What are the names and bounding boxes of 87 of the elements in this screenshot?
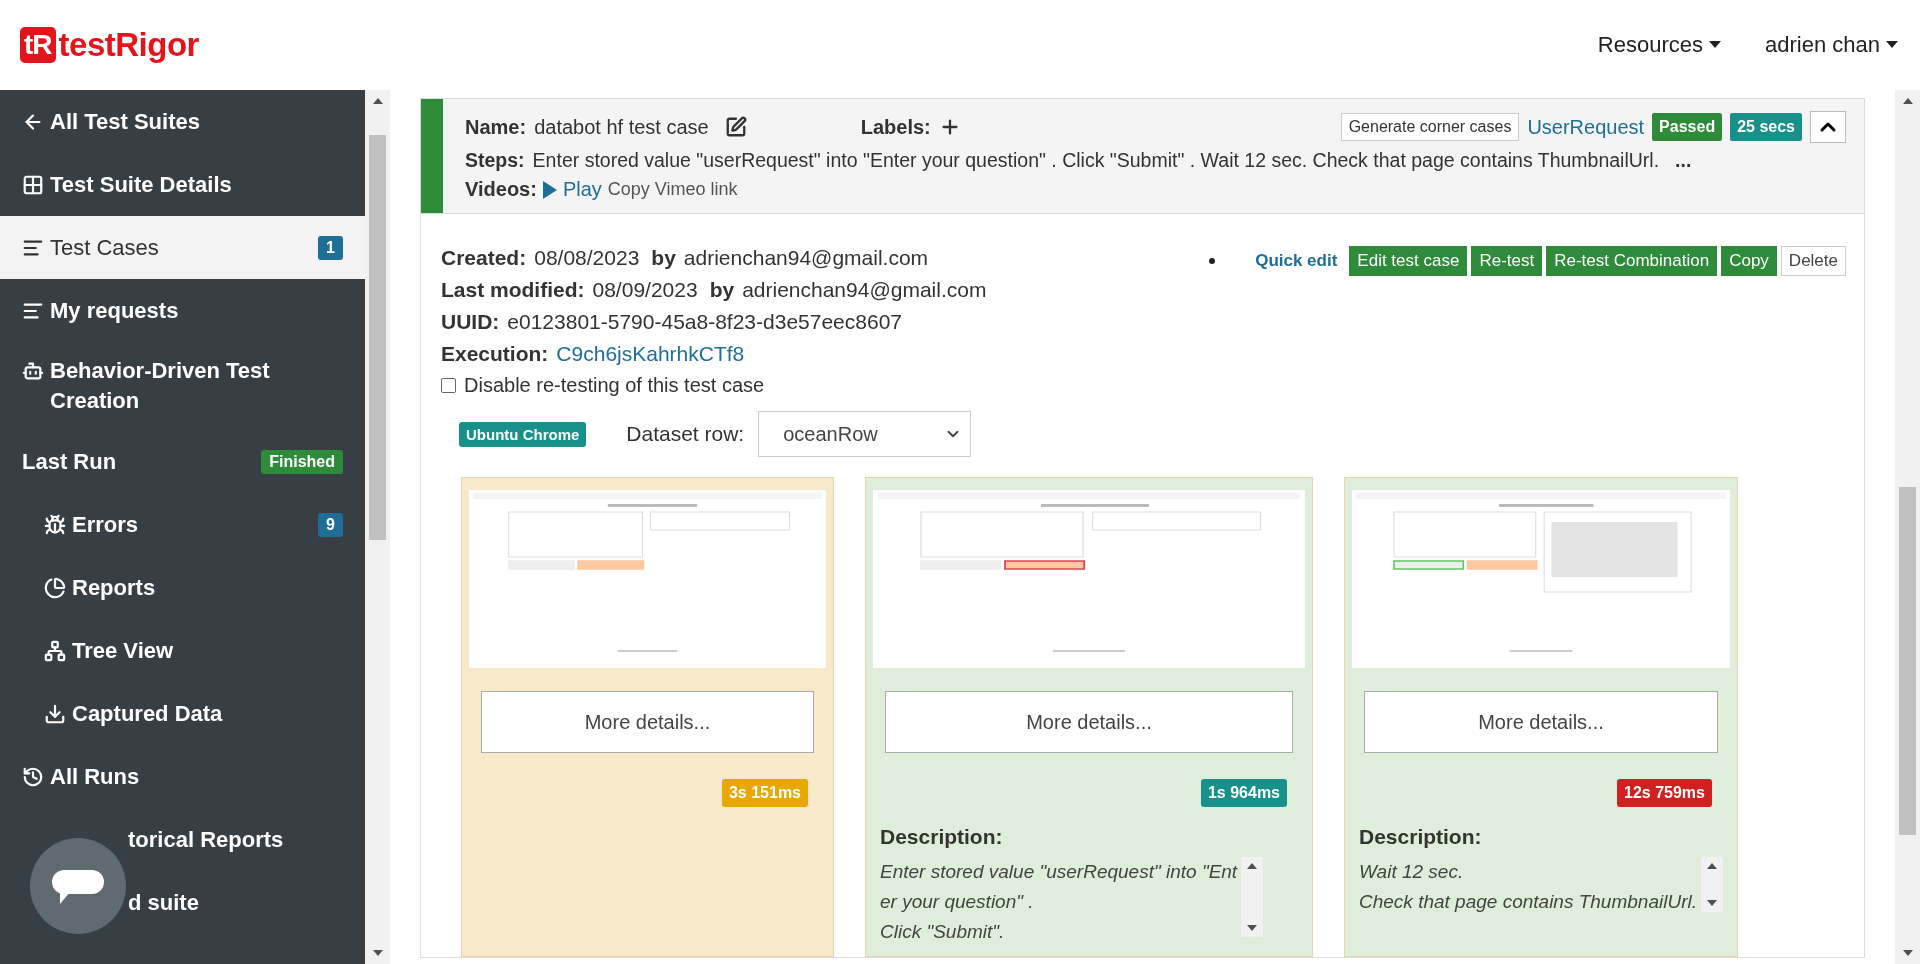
sidebar-item[interactable]: All Test Suites xyxy=(0,90,365,153)
field-label: Execution: xyxy=(441,342,549,366)
field-value: e0123801-5790-45a8-8f23-d3e57eec8607 xyxy=(507,310,902,334)
play-link[interactable]: Play xyxy=(562,178,602,201)
robot-icon xyxy=(22,360,44,382)
description-text: Wait 12 sec. xyxy=(1359,860,1465,884)
menu-dropdown[interactable]: adrien chan xyxy=(1765,32,1898,58)
play-icon[interactable] xyxy=(542,180,557,199)
duration-badge: 3s 151ms xyxy=(721,779,808,807)
field-label: by xyxy=(709,278,735,302)
quick-edit-link[interactable]: Quick edit xyxy=(1247,246,1346,276)
status-badge: Passed xyxy=(1652,113,1723,141)
field-value: 08/09/2023 xyxy=(592,278,698,302)
action-button[interactable]: Delete xyxy=(1780,246,1846,276)
steps-text: Enter stored value "userRequest" into "Enter your question" . Click "Submit" . Wait 12 sec. Check that page contains ThumbnailUrl. xyxy=(532,149,1660,172)
description-text: Enter stored value "userRequest" into "Ent xyxy=(880,860,1238,884)
field-value: adrienchan94@gmail.com xyxy=(683,246,929,270)
checkbox[interactable] xyxy=(441,378,456,393)
tree-icon xyxy=(44,639,66,662)
more-details-button[interactable]: More details... xyxy=(885,691,1293,753)
duration-badge: 12s 759ms xyxy=(1617,779,1712,807)
description-label: Description: xyxy=(880,825,1004,849)
bug-icon xyxy=(44,513,66,536)
disable-retest-checkbox[interactable]: Disable re-testing of this test case xyxy=(441,374,987,397)
platform-badge: Ubuntu Chrome xyxy=(459,421,587,447)
scrollbar[interactable] xyxy=(1895,90,1920,964)
count-badge: Finished xyxy=(261,449,343,474)
description-text: Click "Submit". xyxy=(880,920,1006,944)
edit-icon[interactable] xyxy=(724,116,747,138)
action-button[interactable]: Re-test xyxy=(1471,246,1543,276)
sidebar-item[interactable]: d suite xyxy=(0,871,365,934)
field-label: Created: xyxy=(441,246,527,270)
bullet-icon xyxy=(1209,258,1216,264)
execution-link[interactable]: C9ch6jsKahrhkCTf8 xyxy=(556,342,745,366)
action-button[interactable]: Edit test case xyxy=(1349,246,1468,276)
description-label: Description: xyxy=(1359,825,1483,849)
field-label: UUID: xyxy=(441,310,500,334)
description-text: Check that page contains ThumbnailUrl. xyxy=(1359,890,1697,914)
collapse-button[interactable] xyxy=(1810,111,1846,143)
duration-badge: 25 secs xyxy=(1730,113,1802,141)
duration-badge: 1s 964ms xyxy=(1200,779,1287,807)
sidebar-item[interactable]: Reports xyxy=(0,556,365,619)
sidebar-item[interactable]: All Runs xyxy=(0,745,365,808)
sidebar-item[interactable]: Last Run Finished xyxy=(0,430,365,493)
field-value: adrienchan94@gmail.com xyxy=(742,278,987,302)
dataset-label: Dataset row: xyxy=(626,422,745,446)
action-button[interactable]: Re-test Combination xyxy=(1546,246,1718,276)
field-label: Videos: xyxy=(465,178,537,201)
field-label: Name: xyxy=(465,115,527,139)
scrollbar[interactable] xyxy=(365,90,390,964)
field-label: Steps: xyxy=(465,149,525,172)
sidebar-item[interactable]: Errors 9 xyxy=(0,493,365,556)
test-name: databot hf test case xyxy=(534,115,709,139)
sidebar-item[interactable]: torical Reports xyxy=(0,808,365,871)
chat-icon[interactable] xyxy=(30,838,126,934)
field-label: Labels: xyxy=(860,115,931,139)
history-icon xyxy=(22,765,44,788)
dataset-select[interactable]: oceanRow xyxy=(758,411,972,457)
description-text: er your question" . xyxy=(880,890,1035,914)
sidebar-item[interactable]: My requests xyxy=(0,279,365,342)
caret-icon xyxy=(1709,41,1721,49)
field-value: 08/08/2023 xyxy=(534,246,640,270)
sidebar-item[interactable]: Captured Data xyxy=(0,682,365,745)
count-badge: 1 xyxy=(318,235,343,260)
sidebar-item[interactable]: Test Cases 1 xyxy=(0,216,365,279)
scrollbar[interactable] xyxy=(1700,857,1723,912)
sidebar-item[interactable]: Test Suite Details xyxy=(0,153,365,216)
grid-icon xyxy=(22,173,44,196)
logo-text[interactable]: testRigor xyxy=(58,26,199,64)
more-details-button[interactable]: More details... xyxy=(1364,691,1718,753)
menu-dropdown[interactable]: Resources xyxy=(1597,32,1721,58)
count-badge: 9 xyxy=(318,512,343,537)
caret-icon xyxy=(1886,41,1898,49)
sidebar-item[interactable]: Tree View xyxy=(0,619,365,682)
pie-chart-icon xyxy=(44,576,66,599)
field-label: by xyxy=(651,246,676,270)
logo-mark[interactable]: tR xyxy=(20,27,56,63)
sidebar-item[interactable]: Behavior-Driven Test Creation xyxy=(0,342,365,430)
field-label: Last modified: xyxy=(441,278,585,302)
action-button[interactable]: Copy xyxy=(1721,246,1777,276)
generate-button[interactable]: Generate corner cases xyxy=(1340,113,1520,141)
tag-link[interactable]: UserRequest xyxy=(1527,115,1645,139)
more-details-button[interactable]: More details... xyxy=(481,691,814,753)
more-steps[interactable]: ... xyxy=(1675,149,1692,172)
copy-link[interactable]: Copy Vimeo link xyxy=(607,179,738,200)
download-icon xyxy=(44,702,66,725)
scrollbar[interactable] xyxy=(1241,857,1264,937)
